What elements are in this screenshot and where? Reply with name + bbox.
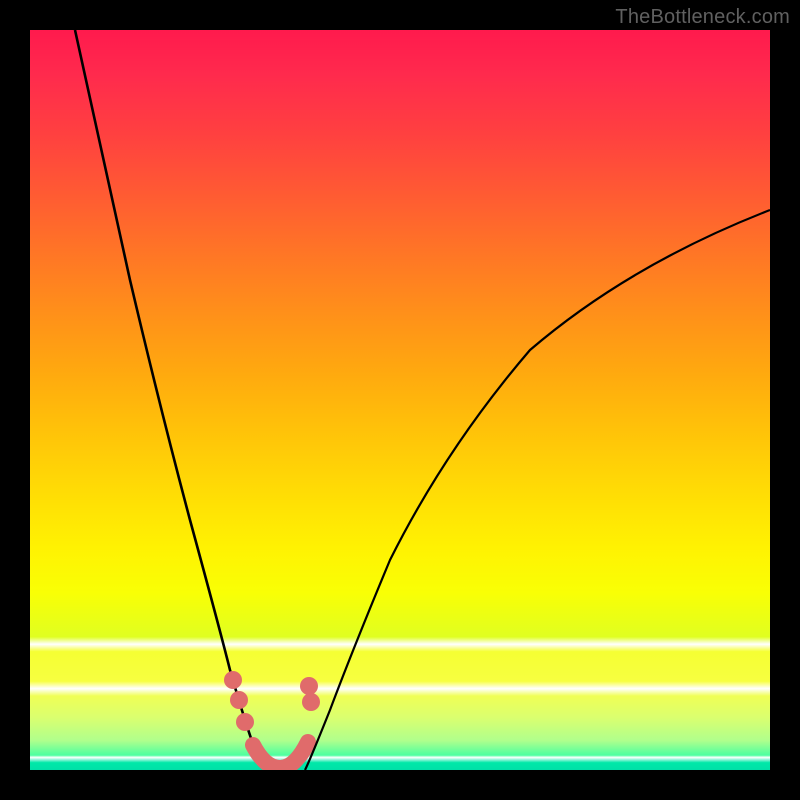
watermark-text: TheBottleneck.com [615,6,790,29]
bead-group [224,671,320,731]
plot-area [30,30,770,770]
curve-layer [30,30,770,770]
chart-frame: TheBottleneck.com [0,0,800,800]
bead [224,671,242,689]
left-curve [75,30,265,770]
right-curve [305,210,770,770]
bead [302,693,320,711]
u-bottom-stroke [253,742,308,768]
bead [236,713,254,731]
bead [300,677,318,695]
bead [230,691,248,709]
